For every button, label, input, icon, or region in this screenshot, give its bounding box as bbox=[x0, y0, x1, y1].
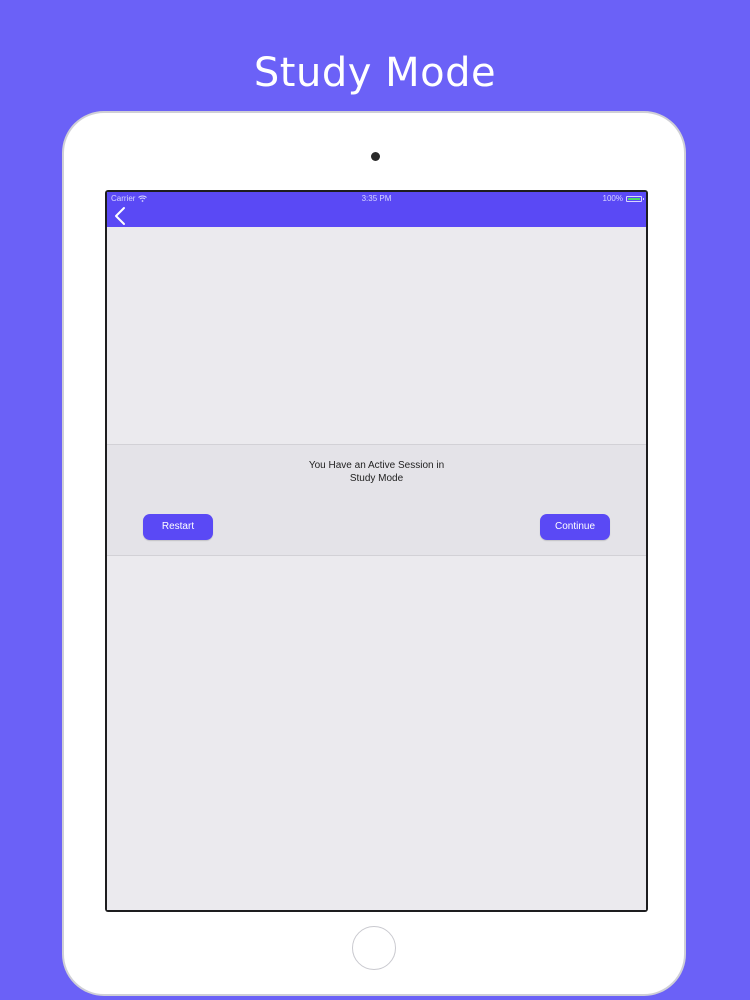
status-time: 3:35 PM bbox=[361, 194, 392, 203]
chevron-left-icon bbox=[115, 207, 125, 225]
restart-button[interactable]: Restart bbox=[143, 514, 213, 540]
page-headline: Study Mode bbox=[253, 50, 497, 96]
active-session-dialog: You Have an Active Session in Study Mode… bbox=[107, 444, 646, 556]
dialog-message-line2: Study Mode bbox=[349, 473, 404, 484]
back-button[interactable] bbox=[113, 206, 129, 226]
dialog-message: You Have an Active Session in Study Mode bbox=[107, 459, 646, 485]
continue-button[interactable]: Continue bbox=[540, 514, 610, 540]
dialog-message-line1: You Have an Active Session in bbox=[308, 460, 445, 471]
tablet-screen: Carrier 3:35 PM 100% You Have an Active … bbox=[105, 190, 648, 912]
home-button[interactable] bbox=[352, 926, 396, 970]
status-right: 100% bbox=[602, 192, 644, 205]
tablet-device-frame: Carrier 3:35 PM 100% You Have an Active … bbox=[62, 111, 686, 996]
battery-icon bbox=[626, 195, 644, 202]
battery-percent: 100% bbox=[602, 194, 623, 203]
status-bar: Carrier 3:35 PM 100% bbox=[107, 192, 646, 205]
app-screen: Carrier 3:35 PM 100% You Have an Active … bbox=[107, 192, 646, 910]
navigation-bar: Carrier 3:35 PM 100% bbox=[107, 192, 646, 227]
camera-dot bbox=[371, 152, 380, 161]
